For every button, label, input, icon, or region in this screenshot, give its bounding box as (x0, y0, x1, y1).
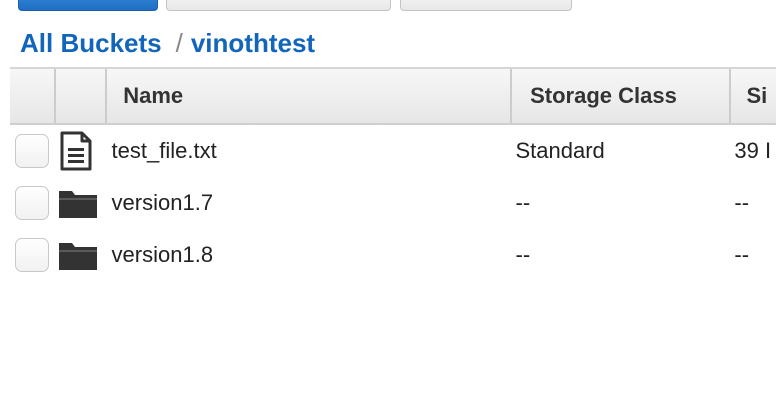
folder-icon (58, 239, 98, 271)
object-storage-class: -- (515, 242, 531, 267)
object-storage-class: Standard (515, 138, 605, 163)
s3-bucket-browser: All Buckets / vinothtest Name Storage Clas… (0, 0, 776, 400)
table-header: Name Storage Class Si (10, 67, 776, 125)
breadcrumb-all-buckets-link[interactable]: All Buckets (20, 28, 162, 58)
header-select-all[interactable] (10, 69, 56, 123)
secondary-action-button[interactable] (166, 0, 391, 11)
breadcrumb-separator: / (175, 28, 183, 58)
object-size: 39 I (734, 138, 772, 163)
table-row[interactable]: version1.8 -- -- (10, 229, 776, 281)
row-checkbox[interactable] (15, 238, 49, 272)
header-storage-class[interactable]: Storage Class (512, 69, 731, 123)
object-storage-class: -- (515, 190, 531, 215)
row-checkbox[interactable] (15, 186, 49, 220)
table-row[interactable]: test_file.txt Standard 39 I (10, 125, 776, 177)
row-checkbox[interactable] (15, 134, 49, 168)
object-size: -- (734, 242, 750, 267)
folder-icon (58, 187, 98, 219)
breadcrumb-current-bucket: vinothtest (190, 28, 316, 58)
object-name[interactable]: test_file.txt (108, 138, 512, 164)
document-icon (58, 131, 94, 171)
folder-link[interactable]: version1.7 (108, 190, 512, 216)
header-size[interactable]: Si (731, 69, 776, 123)
breadcrumb: All Buckets / vinothtest (20, 28, 315, 59)
primary-action-button[interactable] (18, 0, 158, 11)
folder-link[interactable]: version1.8 (108, 242, 512, 268)
header-name[interactable]: Name (107, 69, 513, 123)
objects-table: Name Storage Class Si test_file.txt Stan… (10, 67, 776, 281)
header-icon-column (56, 69, 108, 123)
object-size: -- (734, 190, 750, 215)
tertiary-action-button[interactable] (400, 0, 572, 11)
table-row[interactable]: version1.7 -- -- (10, 177, 776, 229)
